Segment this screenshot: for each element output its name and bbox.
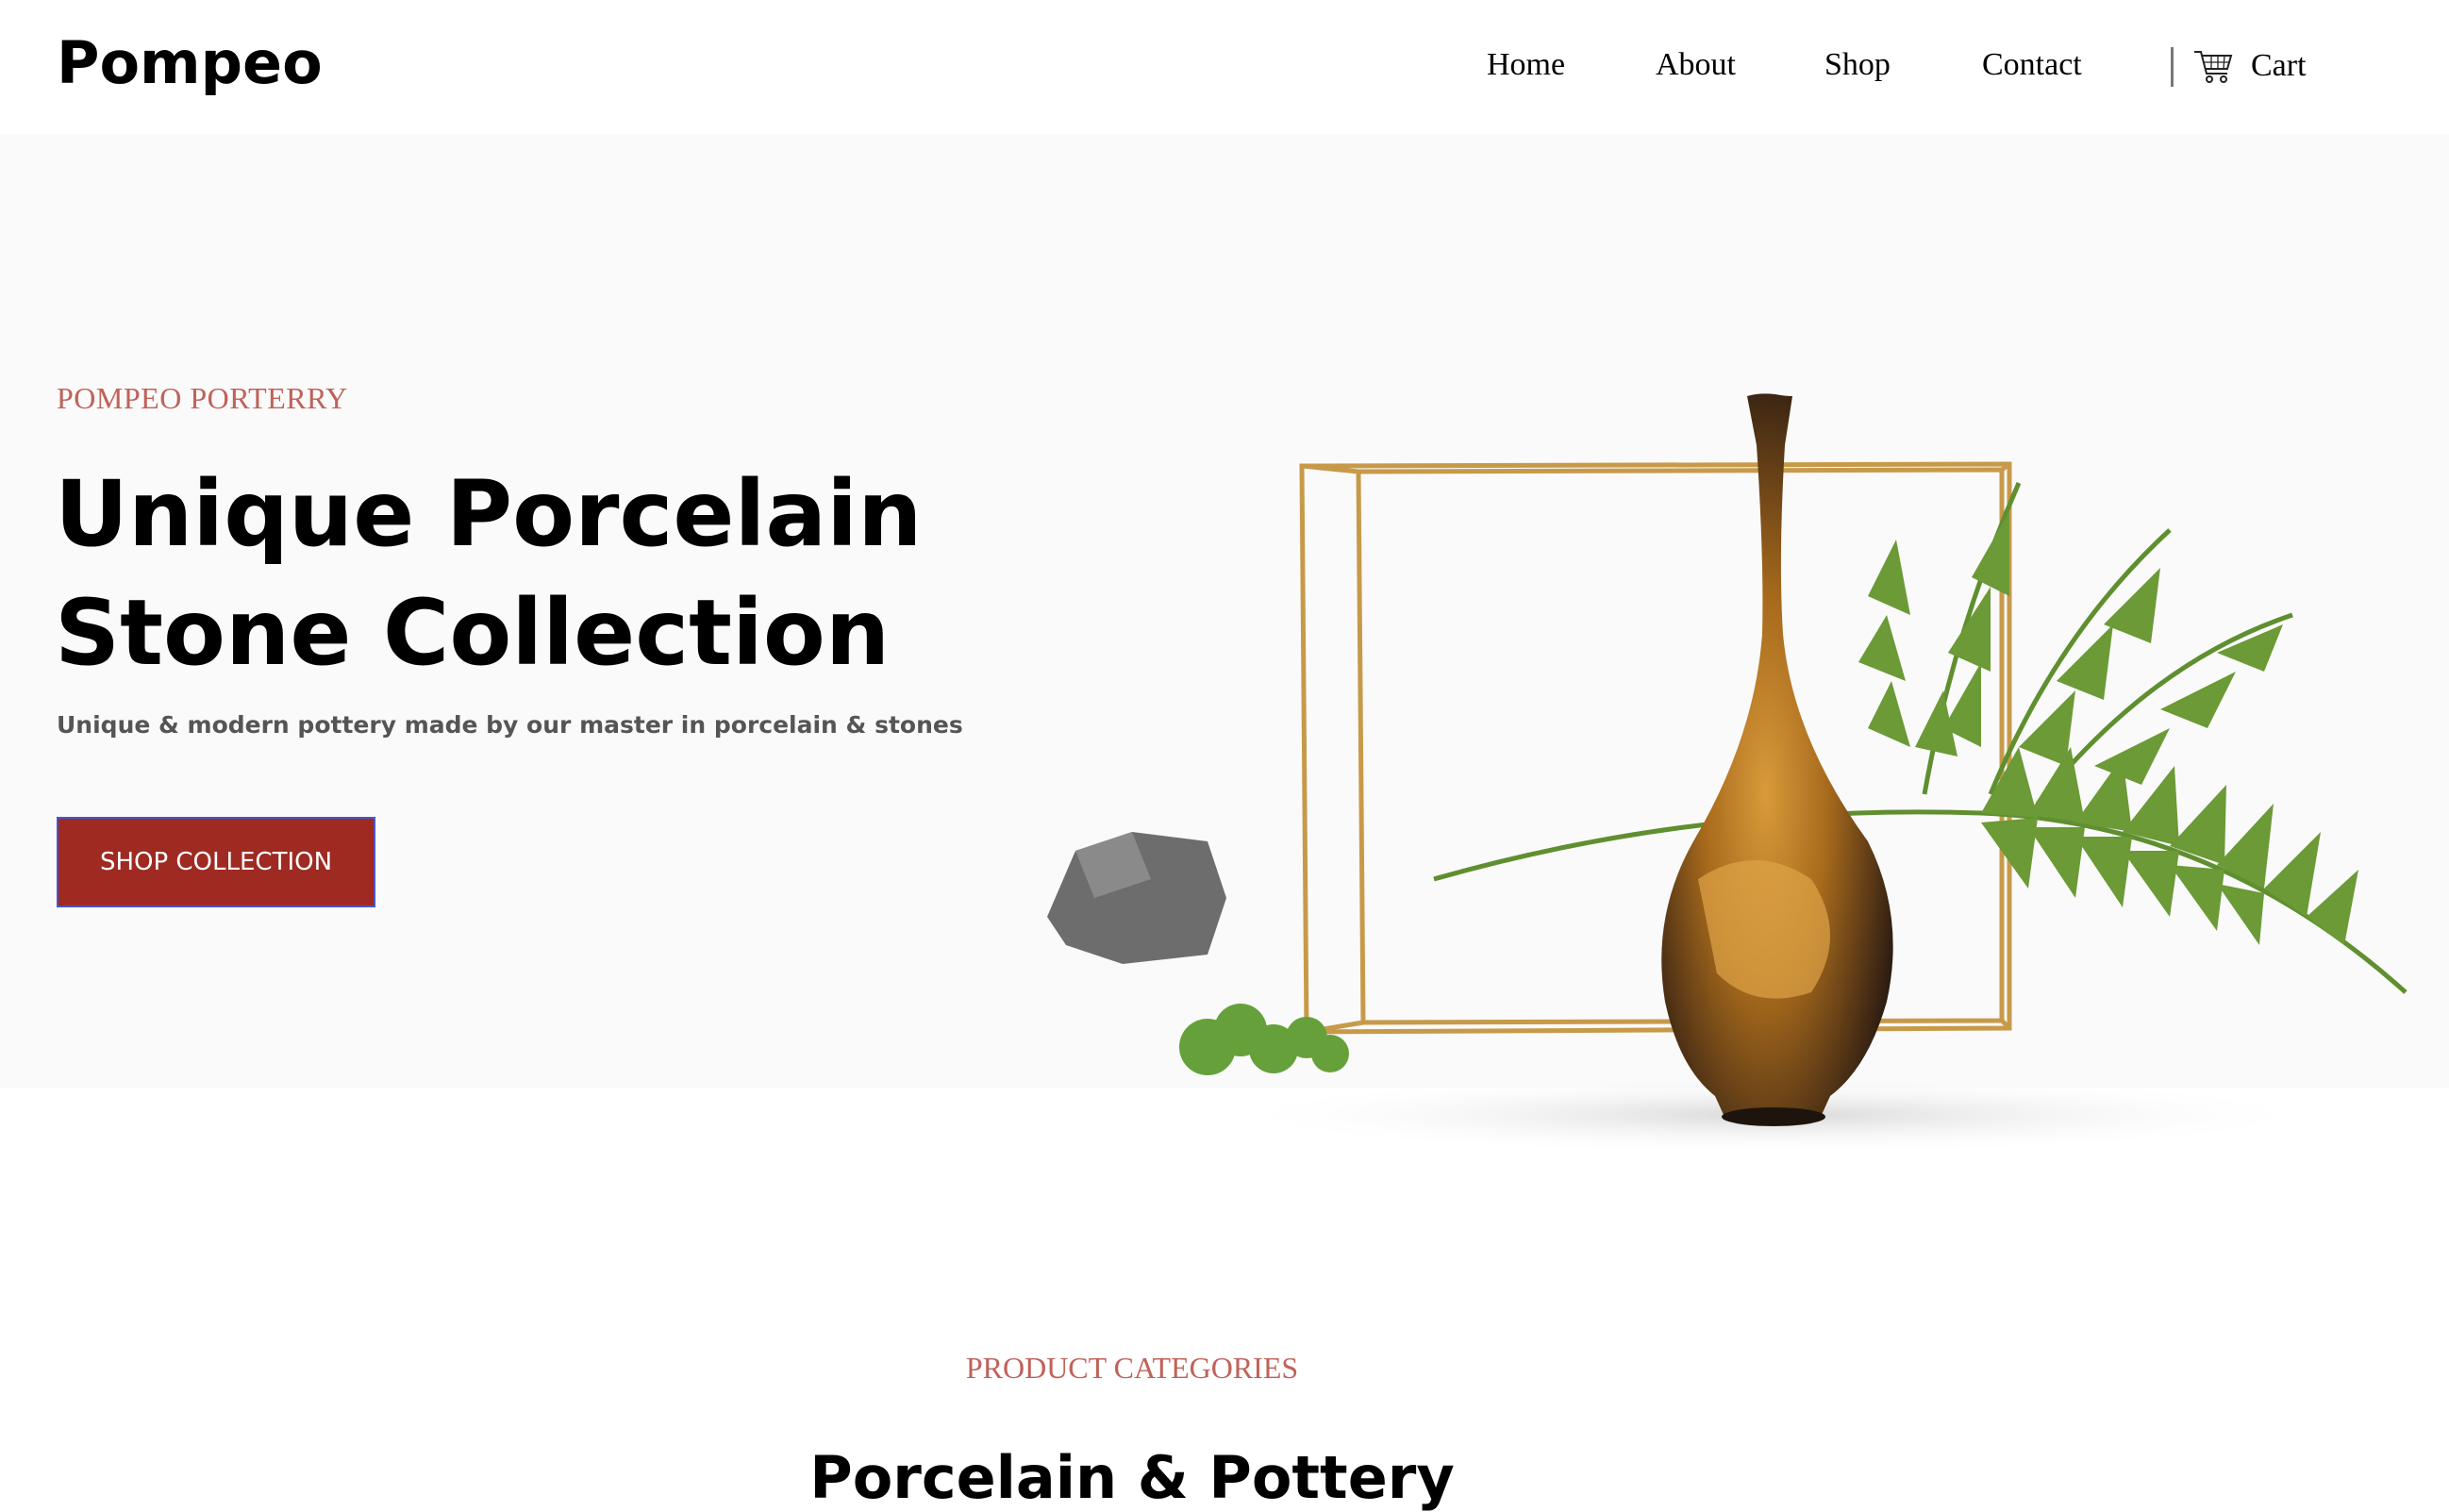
shopping-cart-icon	[2194, 51, 2233, 83]
site-header: Pompeo Home About Shop Contact Cart	[0, 0, 2449, 134]
nav-contact[interactable]: Contact	[1982, 47, 2082, 83]
hero-title-line-2: Stone Collection	[55, 580, 891, 686]
cart-label: Cart	[2251, 48, 2307, 83]
hero-title-line-1: Unique Porcelain	[55, 461, 923, 567]
cart-link[interactable]: Cart	[2192, 43, 2307, 89]
nav-divider	[2171, 47, 2174, 87]
hero-section: POMPEO PORTERRY Unique Porcelain Stone C…	[0, 134, 2449, 1153]
hero-title: Unique Porcelain Stone Collection	[55, 455, 1092, 692]
categories-title: Porcelain & Pottery	[809, 1443, 1455, 1512]
nav-about[interactable]: About	[1656, 47, 1736, 83]
hero-subtitle: Unique & modern pottery made by our mast…	[57, 711, 963, 739]
hero-product-image	[1047, 393, 2407, 1153]
shop-collection-button[interactable]: SHOP COLLECTION	[57, 817, 375, 907]
nav-home[interactable]: Home	[1487, 47, 1565, 83]
hero-eyebrow: POMPEO PORTERRY	[57, 381, 348, 415]
nav-shop[interactable]: Shop	[1824, 47, 1891, 83]
site-logo[interactable]: Pompeo	[57, 28, 323, 97]
categories-eyebrow: PRODUCT CATEGORIES	[965, 1351, 1299, 1385]
